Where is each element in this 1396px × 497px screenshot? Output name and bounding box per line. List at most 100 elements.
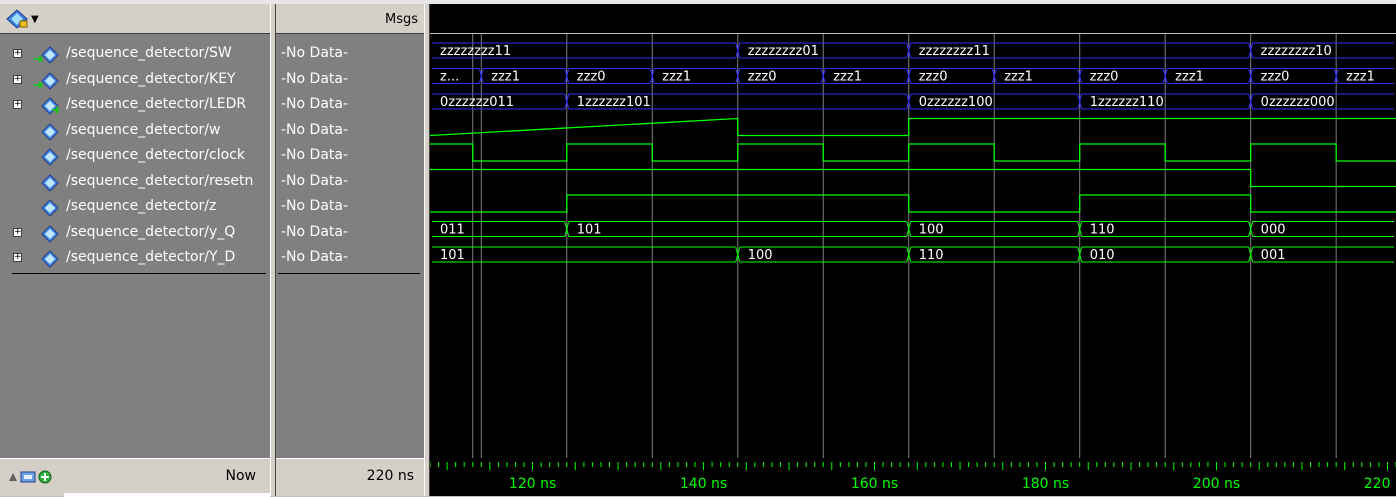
signal-name: /sequence_detector/SW	[66, 45, 232, 61]
signal-row[interactable]: + /sequence_detector/KEY	[0, 68, 270, 93]
wave-header-bar	[430, 4, 1396, 34]
chevron-down-icon[interactable]: ▼	[31, 14, 39, 25]
waveform-area[interactable]: zzzzzzzz11 zzzzzzzz01 zzzzzzzz11 zzzzzzzz10…	[430, 34, 1396, 458]
signal-row[interactable]: /sequence_detector/resetn	[0, 170, 270, 195]
signal-row[interactable]: /sequence_detector/clock	[0, 144, 270, 169]
bus-value-label: 1zzzzzz110	[1090, 95, 1164, 110]
ruler-label: 200 ns	[1193, 476, 1240, 492]
now-label: Now	[225, 468, 257, 484]
msg-row: -No Data-	[276, 246, 424, 271]
signal-row[interactable]: /sequence_detector/z	[0, 195, 270, 220]
expand-icon[interactable]: +	[13, 74, 22, 84]
bus-value-label: 0zzzzzz100	[919, 95, 993, 110]
expand-icon[interactable]: +	[13, 49, 22, 58]
bus-value-label: zzz1	[833, 70, 862, 85]
bus-value-label: 001	[1261, 248, 1286, 263]
bus-value-label: zzz1	[1175, 70, 1204, 85]
signal-value: -No Data-	[281, 249, 349, 265]
time-ruler[interactable]: 120 ns 140 ns 160 ns 180 ns 200 ns 220 ns	[430, 458, 1396, 496]
bus-value-label: zzz0	[748, 70, 777, 85]
bus-waveform[interactable]: 0zzzzzz011 1zzzzzz101 0zzzzzz100 1zzzzzz110…	[432, 93, 1394, 110]
msg-row: -No Data-	[276, 170, 424, 195]
bus-value-label: 000	[1261, 223, 1286, 238]
msgs-divider	[278, 273, 420, 274]
signal-value: -No Data-	[281, 147, 349, 163]
bus-value-label: 101	[440, 248, 465, 263]
bus-output-icon	[41, 97, 59, 115]
bus-waveform[interactable]: zzzzzzzz11 zzzzzzzz01 zzzzzzzz11 zzzzzzzz10	[432, 42, 1394, 59]
bus-value-label: 1zzzzzz101	[577, 95, 651, 110]
expand-icon[interactable]: +	[13, 227, 22, 237]
signal-name: /sequence_detector/y_Q	[66, 223, 236, 240]
cursor-tools-icon[interactable]	[6, 469, 60, 485]
wave-cursor-dropdown-icon[interactable]	[6, 9, 28, 29]
signal-row[interactable]: + /sequence_detector/y_Q	[0, 221, 270, 246]
expand-icon[interactable]: +	[13, 100, 22, 109]
msgs-header: Msgs	[276, 4, 424, 34]
bus-value-label: z...	[440, 70, 459, 85]
bus-icon	[41, 250, 59, 268]
bus-input-icon	[34, 46, 59, 64]
digital-waveform[interactable]	[430, 143, 1396, 162]
bus-value-label: 0zzzzzz000	[1261, 95, 1335, 110]
cursor-status-bar: Now	[0, 458, 270, 497]
ruler-label: 220 ns	[1364, 476, 1396, 492]
signal-name: /sequence_detector/LEDR	[66, 96, 247, 112]
msg-row: -No Data-	[276, 93, 424, 118]
now-value-cell: 220 ns	[276, 458, 424, 496]
signal-row[interactable]: + /sequence_detector/SW	[0, 42, 270, 67]
bus-value-label: zzz1	[491, 70, 520, 85]
bus-value-label: zzzzzzzz11	[919, 44, 990, 59]
ruler-label: 140 ns	[680, 476, 727, 492]
bus-value-label: 011	[440, 223, 465, 238]
signal-value: -No Data-	[281, 172, 349, 189]
bus-value-label: zzz0	[577, 70, 606, 85]
bus-waveform[interactable]: 101 100 110 010 001	[432, 246, 1394, 263]
digital-waveform[interactable]	[430, 168, 1396, 188]
msgs-panel: Msgs -No Data- -No Data- -No Data- -No Data…	[276, 4, 424, 458]
signal-icon	[41, 148, 59, 166]
bus-value-label: zzzzzzzz11	[440, 44, 511, 59]
signal-icon	[41, 199, 59, 217]
bus-value-label: zzzzzzzz01	[748, 44, 819, 59]
signal-row[interactable]: /sequence_detector/w	[0, 119, 270, 144]
bus-value-label: zzz1	[1346, 70, 1375, 85]
signal-name: /sequence_detector/resetn	[66, 172, 254, 189]
signal-name: /sequence_detector/clock	[66, 147, 245, 163]
expand-icon[interactable]: +	[13, 253, 22, 262]
bus-icon	[41, 224, 59, 243]
bus-waveform[interactable]: 011 101 100 110 000	[432, 221, 1394, 238]
signal-value: -No Data-	[281, 96, 349, 112]
signal-value: -No Data-	[281, 121, 349, 138]
signal-icon	[41, 173, 59, 192]
bus-value-label: zzz1	[1004, 70, 1033, 85]
bus-value-label: zzz0	[919, 70, 948, 85]
bus-value-label: 110	[919, 248, 944, 263]
wave-window: ▼ + /sequence_detector/SW + /sequence_detec…	[0, 0, 1396, 497]
signal-row[interactable]: + /sequence_detector/LEDR	[0, 93, 270, 118]
msg-row: -No Data-	[276, 144, 424, 169]
bus-value-label: 0zzzzzz011	[440, 95, 514, 110]
msg-row: -No Data-	[276, 195, 424, 220]
signal-value: -No Data-	[281, 70, 349, 87]
bus-value-label: 100	[748, 248, 773, 263]
horizontal-scrollbar[interactable]	[64, 493, 270, 497]
signal-value: -No Data-	[281, 223, 349, 240]
msg-row: -No Data-	[276, 68, 424, 93]
bus-value-label: 110	[1090, 223, 1115, 238]
signal-row[interactable]: + /sequence_detector/Y_D	[0, 246, 270, 271]
bus-value-label: 010	[1090, 248, 1115, 263]
signal-name: /sequence_detector/z	[66, 198, 217, 214]
msgs-header-label: Msgs	[384, 12, 418, 27]
digital-waveform[interactable]	[430, 194, 1396, 213]
ruler-label: 160 ns	[851, 476, 898, 492]
bus-value-label: 100	[919, 223, 944, 238]
now-value: 220 ns	[366, 468, 414, 484]
signal-value: -No Data-	[281, 45, 349, 61]
msg-row: -No Data-	[276, 42, 424, 67]
signal-names-panel[interactable]: ▼ + /sequence_detector/SW + /sequence_detec…	[0, 4, 270, 458]
bus-waveform[interactable]: z... zzz1 zzz0 zzz1 zzz0 zzz1 zzz0 zzz1 zzz0 zzz1…	[432, 68, 1394, 85]
signal-icon	[41, 122, 59, 141]
names-divider	[12, 273, 266, 274]
bus-input-icon	[34, 71, 59, 90]
